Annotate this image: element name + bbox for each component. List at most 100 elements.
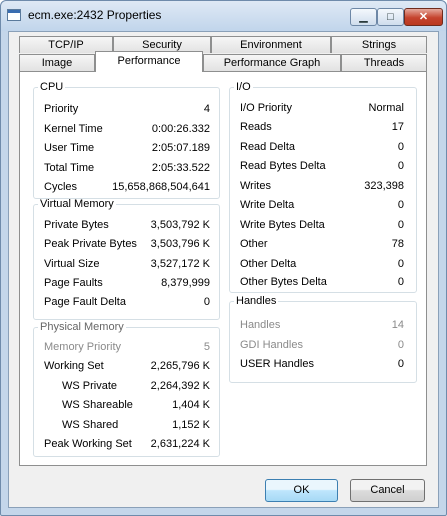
close-icon: ✕ [418, 11, 429, 23]
cpu-value: 2:05:33.522 [151, 162, 210, 174]
handles-group-title: Handles [236, 295, 277, 307]
cpu-value: 0:00:26.332 [151, 123, 210, 135]
virtual-memory-value: 3,527,172 K [150, 258, 210, 270]
tab-strings[interactable]: Strings [331, 36, 427, 53]
physical-memory-value: 2,264,392 K [150, 380, 210, 392]
physical-memory-value: 5 [203, 341, 210, 353]
cpu-row-priority: Priority 4 [44, 101, 210, 117]
handles-value: 0 [397, 358, 404, 370]
io-label: Other Bytes Delta [240, 276, 327, 288]
cpu-value: 2:05:07.189 [151, 142, 210, 154]
io-label: Read Delta [240, 141, 296, 153]
handles-label: Handles [240, 319, 281, 331]
io-group-title: I/O [236, 81, 251, 93]
ok-button-label: OK [293, 484, 310, 496]
tab-environment[interactable]: Environment [211, 36, 331, 53]
physical-memory-value: 1,152 K [172, 419, 210, 431]
physical-memory-label: Working Set [44, 360, 104, 372]
virtual-memory-label: Virtual Size [44, 258, 100, 270]
cpu-value: 15,658,868,504,641 [112, 181, 210, 193]
io-row-writes: Writes 323,398 [240, 178, 404, 194]
cpu-group-title: CPU [40, 81, 64, 93]
virtual-memory-row-page-faults: Page Faults 8,379,999 [44, 275, 210, 291]
window-title: ecm.exe:2432 Properties [28, 8, 162, 22]
cpu-row-user-time: User Time 2:05:07.189 [44, 140, 210, 156]
io-value: 323,398 [364, 180, 404, 192]
physical-memory-value: 2,631,224 K [150, 438, 210, 450]
io-value: 0 [397, 141, 404, 153]
handles-row-user-handles: USER Handles 0 [240, 356, 404, 372]
virtual-memory-label: Private Bytes [44, 219, 109, 231]
virtual-memory-row-peak-private-bytes: Peak Private Bytes 3,503,796 K [44, 236, 210, 252]
virtual-memory-value: 0 [203, 296, 210, 308]
io-value: 78 [391, 238, 404, 250]
physical-memory-row-ws-private: WS Private 2,264,392 K [62, 378, 210, 394]
io-value: 0 [397, 160, 404, 172]
io-row-read-delta: Read Delta 0 [240, 139, 404, 155]
virtual-memory-value: 8,379,999 [161, 277, 210, 289]
io-value: 0 [397, 199, 404, 211]
io-row-write-delta: Write Delta 0 [240, 197, 404, 213]
cancel-button-label: Cancel [370, 484, 405, 496]
cpu-row-total-time: Total Time 2:05:33.522 [44, 160, 210, 176]
physical-memory-label: Peak Working Set [44, 438, 132, 450]
handles-label: GDI Handles [240, 339, 303, 351]
physical-memory-row-working-set: Working Set 2,265,796 K [44, 358, 210, 374]
io-row-io-priority: I/O Priority Normal [240, 100, 404, 116]
tab-performance-graph[interactable]: Performance Graph [203, 54, 341, 71]
virtual-memory-label: Peak Private Bytes [44, 238, 137, 250]
cpu-row-kernel-time: Kernel Time 0:00:26.332 [44, 121, 210, 137]
physical-memory-label: WS Shared [62, 419, 119, 431]
close-button[interactable]: ✕ [404, 8, 443, 26]
minimize-button[interactable]: ▁ [350, 8, 377, 26]
cpu-label: Priority [44, 103, 79, 115]
cpu-label: User Time [44, 142, 95, 154]
maximize-button[interactable]: □ [377, 8, 404, 26]
io-label: Write Delta [240, 199, 295, 211]
io-row-other: Other 78 [240, 236, 404, 252]
io-label: Read Bytes Delta [240, 160, 326, 172]
tab-performance[interactable]: Performance [95, 51, 203, 72]
cpu-label: Kernel Time [44, 123, 103, 135]
cpu-label: Total Time [44, 162, 95, 174]
physical-memory-row-memory-priority: Memory Priority 5 [44, 339, 210, 355]
minimize-icon: ▁ [359, 11, 368, 23]
physical-memory-label: WS Shareable [62, 399, 133, 411]
virtual-memory-row-page-fault-delta: Page Fault Delta 0 [44, 294, 210, 310]
io-row-write-bytes-delta: Write Bytes Delta 0 [240, 217, 404, 233]
physical-memory-value: 2,265,796 K [150, 360, 210, 372]
tab-image[interactable]: Image [19, 54, 95, 71]
io-label: I/O Priority [240, 102, 292, 114]
properties-window: ecm.exe:2432 Properties ▁ □ ✕ TCP/IP Sec… [0, 0, 447, 516]
cancel-button[interactable]: Cancel [350, 479, 425, 502]
handles-value: 14 [391, 319, 404, 331]
ok-button[interactable]: OK [265, 479, 338, 502]
handles-row-gdi-handles: GDI Handles 0 [240, 337, 404, 353]
virtual-memory-row-virtual-size: Virtual Size 3,527,172 K [44, 256, 210, 272]
window-app-icon [7, 9, 21, 21]
physical-memory-value: 1,404 K [172, 399, 210, 411]
physical-memory-row-ws-shared: WS Shared 1,152 K [62, 417, 210, 433]
maximize-icon: □ [387, 11, 394, 23]
handles-row-handles: Handles 14 [240, 317, 404, 333]
io-value: 0 [397, 276, 404, 288]
physical-memory-row-peak-working-set: Peak Working Set 2,631,224 K [44, 436, 210, 452]
virtual-memory-row-private-bytes: Private Bytes 3,503,792 K [44, 217, 210, 233]
physical-memory-row-ws-shareable: WS Shareable 1,404 K [62, 397, 210, 413]
title-bar[interactable]: ecm.exe:2432 Properties ▁ □ ✕ [1, 1, 446, 31]
virtual-memory-value: 3,503,796 K [150, 238, 210, 250]
handles-value: 0 [397, 339, 404, 351]
virtual-memory-value: 3,503,792 K [150, 219, 210, 231]
virtual-memory-label: Page Fault Delta [44, 296, 126, 308]
io-value: Normal [368, 102, 404, 114]
virtual-memory-label: Page Faults [44, 277, 103, 289]
io-label: Reads [240, 121, 272, 133]
tab-threads[interactable]: Threads [341, 54, 427, 71]
io-label: Other [240, 238, 268, 250]
io-row-other-bytes-delta: Other Bytes Delta 0 [240, 274, 404, 290]
io-value: 0 [397, 219, 404, 231]
cpu-row-cycles: Cycles 15,658,868,504,641 [44, 179, 210, 195]
virtual-memory-group-title: Virtual Memory [40, 198, 114, 210]
io-row-other-delta: Other Delta 0 [240, 256, 404, 272]
physical-memory-label: WS Private [62, 380, 118, 392]
